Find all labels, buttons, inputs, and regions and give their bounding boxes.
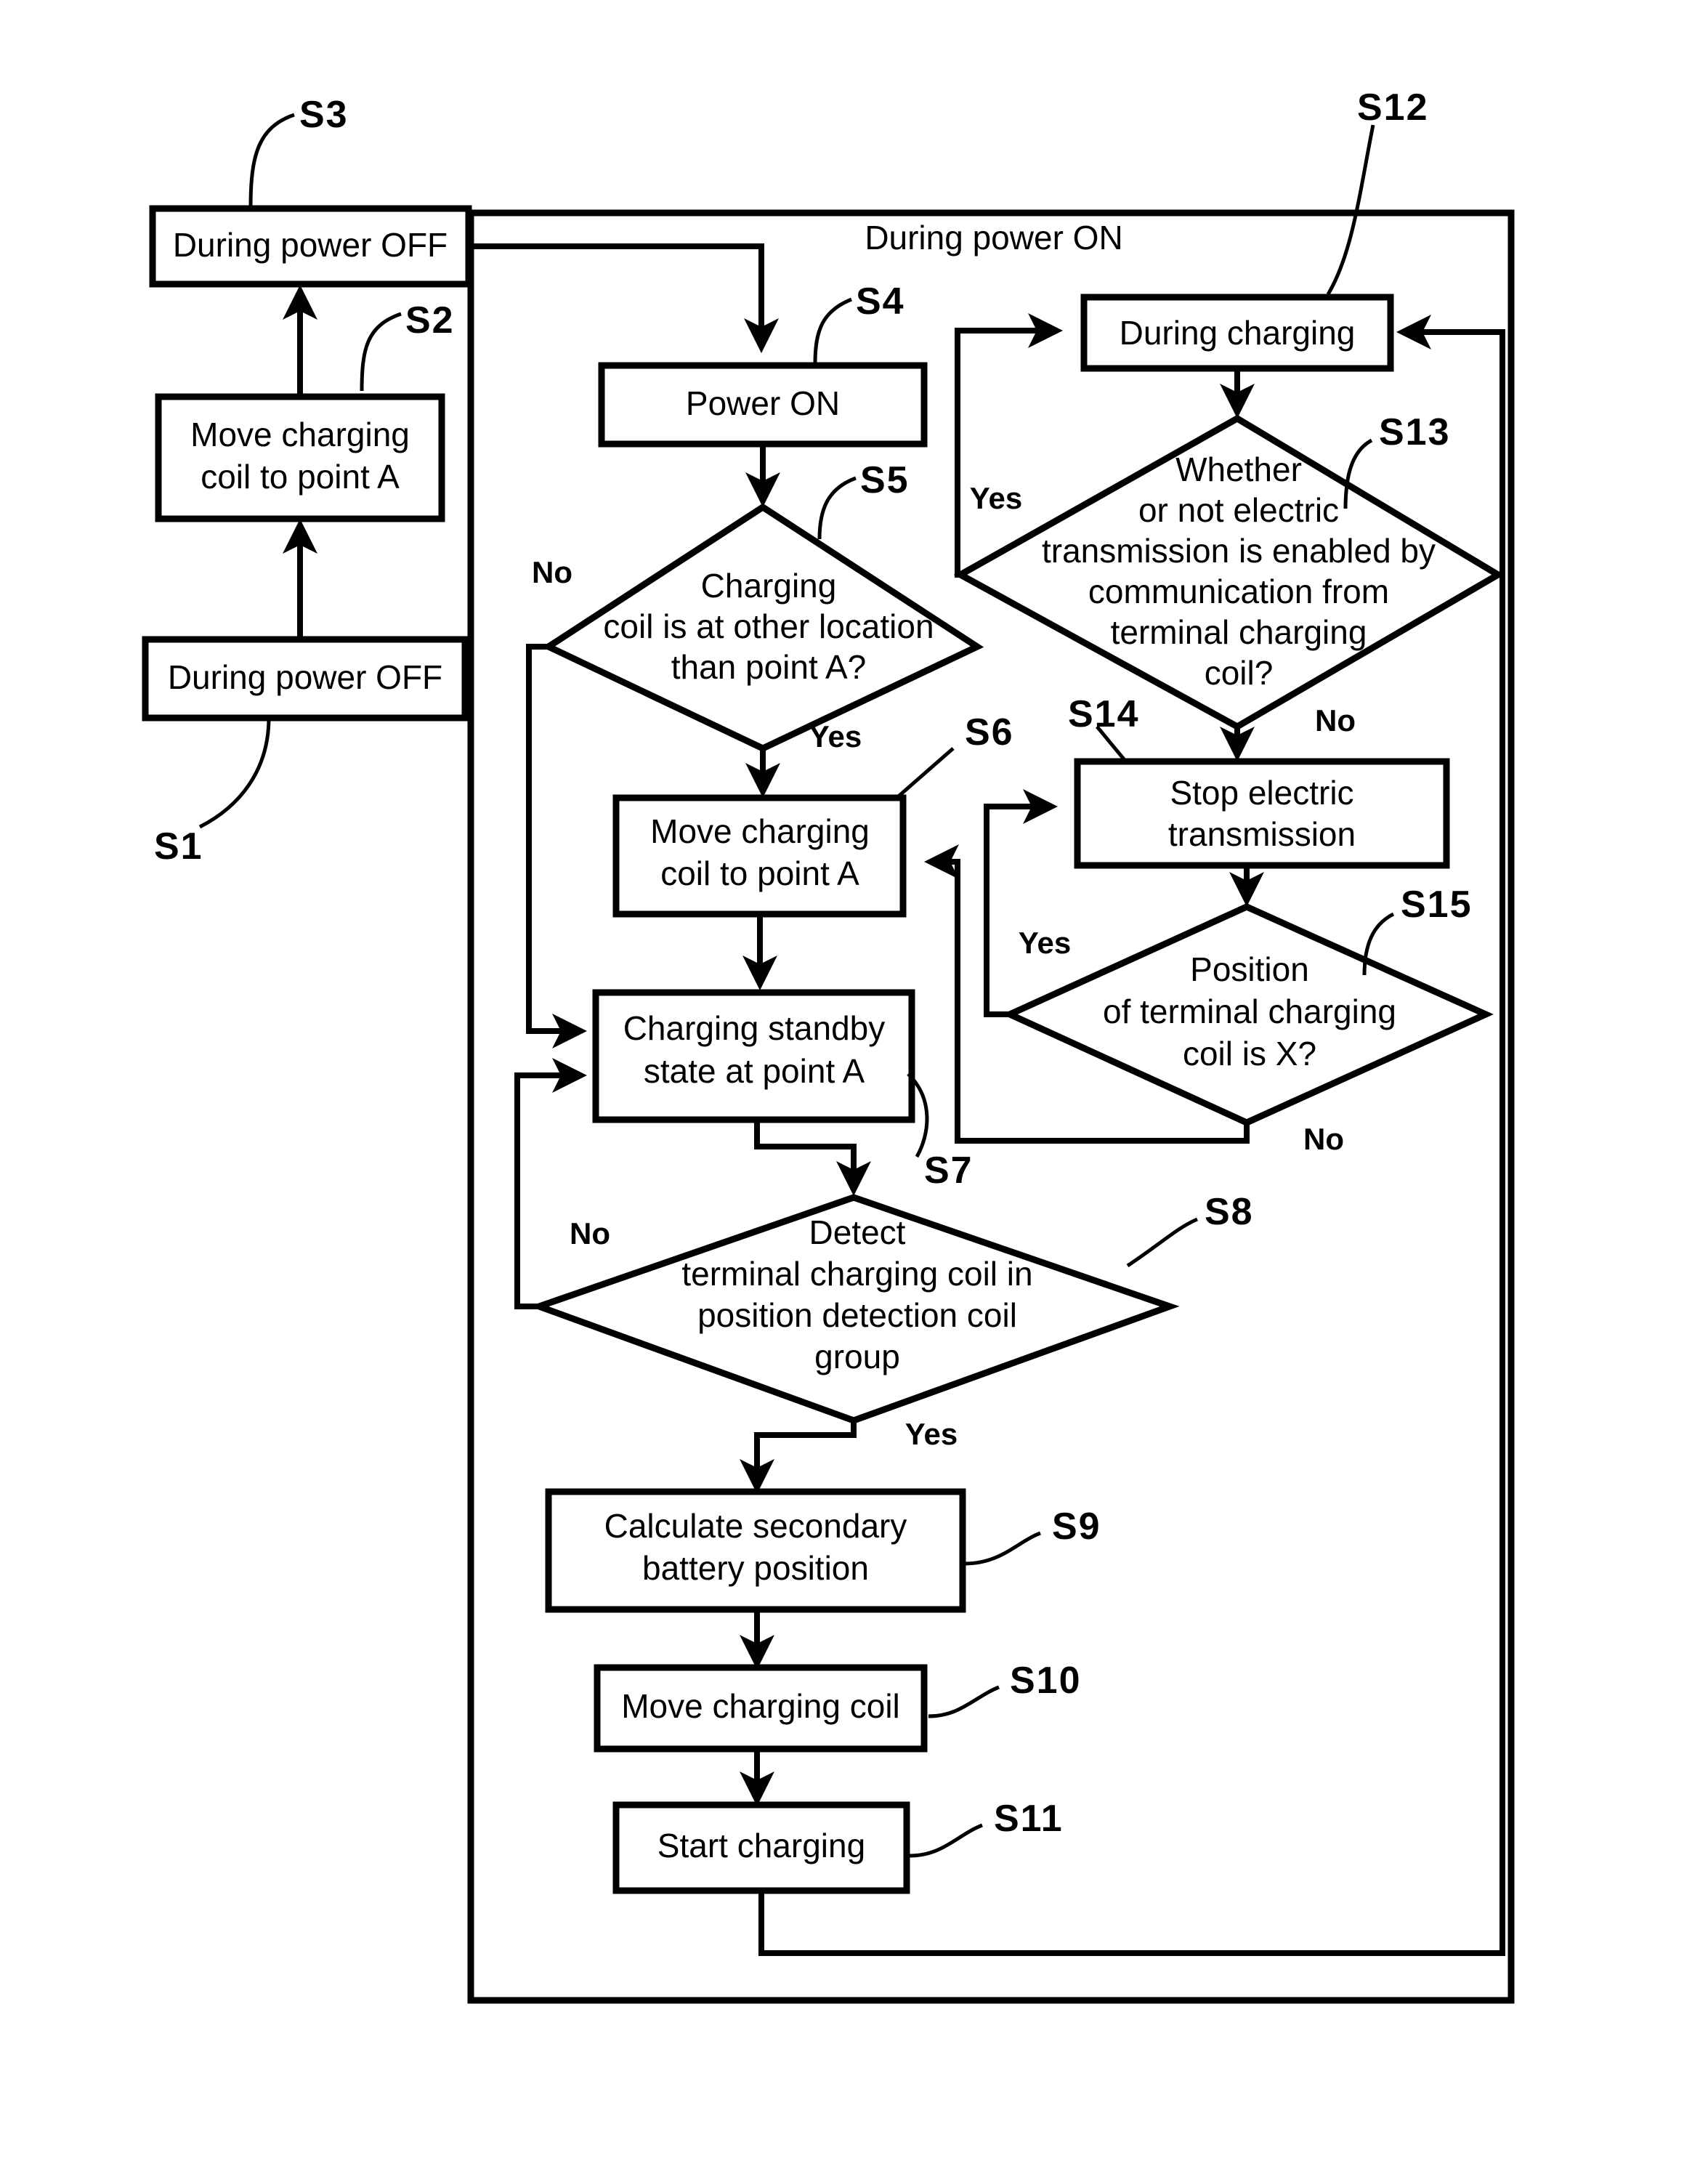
- leader-s1: [198, 717, 271, 829]
- node-s15-label-line2: of terminal charging: [1103, 993, 1396, 1030]
- step-label-s7: S7: [924, 1149, 974, 1192]
- node-s13-label-line5: terminal charging: [1111, 613, 1367, 651]
- leader-s9: [964, 1531, 1041, 1566]
- step-label-s1: S1: [154, 825, 203, 868]
- node-s14-label-line2: transmission: [1168, 815, 1356, 853]
- node-s7-label-line1: Charging standby: [623, 1009, 886, 1047]
- node-s2-label-line2: coil to point A: [201, 458, 400, 496]
- step-label-s14: S14: [1068, 693, 1140, 735]
- branch-label-s13-yes: Yes: [970, 481, 1022, 515]
- branch-label-s15-yes: Yes: [1019, 926, 1071, 960]
- leader-s6: [894, 747, 955, 801]
- node-s8-label-line1: Detect: [809, 1213, 906, 1251]
- during-power-on-label: During power ON: [865, 219, 1122, 256]
- node-s13-label-line2: or not electric: [1138, 491, 1339, 529]
- node-s1-label: During power OFF: [168, 658, 442, 696]
- branch-label-s15-no: No: [1303, 1122, 1344, 1156]
- node-s6-label-line2: coil to point A: [660, 854, 859, 892]
- leader-s5: [817, 476, 857, 540]
- branch-label-s8-no: No: [570, 1216, 610, 1250]
- node-s5-label-line1: Charging: [701, 567, 837, 605]
- step-label-s10: S10: [1010, 1660, 1082, 1702]
- node-s13-label-line3: transmission is enabled by: [1042, 532, 1436, 570]
- leader-s2: [360, 312, 402, 392]
- step-label-s2: S2: [405, 299, 455, 342]
- node-s10-label: Move charging coil: [621, 1687, 900, 1725]
- step-label-s11: S11: [994, 1798, 1064, 1840]
- node-s15-label-line3: coil is X?: [1183, 1035, 1316, 1072]
- node-s13-label-line4: communication from: [1088, 573, 1389, 610]
- edge-s8-yes-to-s9: [740, 1421, 857, 1494]
- step-label-s12: S12: [1357, 86, 1429, 129]
- figure-canvas: During power ON During power OFF Move ch…: [0, 0, 1708, 2166]
- node-s11-label: Start charging: [657, 1827, 865, 1864]
- node-s8-label-line4: group: [814, 1338, 900, 1375]
- node-s8-label-line3: position detection coil: [697, 1296, 1017, 1334]
- node-s5-label-line2: coil is at other location: [603, 607, 934, 645]
- node-s5-label-line3: than point A?: [671, 648, 867, 686]
- step-label-s9: S9: [1052, 1506, 1101, 1548]
- node-s2-label-line1: Move charging: [190, 416, 410, 453]
- node-s8-label-line2: terminal charging coil in: [681, 1255, 1032, 1293]
- node-s6-label-line1: Move charging: [650, 812, 870, 850]
- node-s12-label: During charging: [1120, 314, 1356, 352]
- edge-s7-to-s8: [754, 1120, 871, 1196]
- node-s14-label-line1: Stop electric: [1170, 774, 1353, 812]
- node-s4-label: Power ON: [686, 384, 840, 422]
- node-s13-label-line1: Whether: [1175, 450, 1302, 488]
- node-s3-label: During power OFF: [173, 226, 448, 264]
- edge-s3-to-s4: [469, 243, 779, 353]
- step-label-s4: S4: [856, 280, 905, 323]
- node-s13-label-line6: coil?: [1205, 654, 1274, 692]
- leader-s10: [928, 1685, 1000, 1718]
- step-label-s6: S6: [965, 711, 1014, 753]
- leader-s3: [248, 113, 295, 208]
- flowchart-svg: During power ON During power OFF Move ch…: [142, 86, 1515, 2004]
- branch-label-s5-yes: Yes: [809, 719, 862, 753]
- node-s9-label-line2: battery position: [642, 1549, 869, 1587]
- node-s15-label-line1: Position: [1190, 950, 1309, 988]
- step-label-s8: S8: [1205, 1191, 1254, 1233]
- leader-s8: [1126, 1217, 1198, 1268]
- step-label-s13: S13: [1379, 411, 1451, 453]
- leader-s4: [813, 297, 852, 364]
- step-label-s15: S15: [1401, 884, 1473, 926]
- leader-s11: [909, 1823, 983, 1858]
- edge-s8-no-to-s7: [514, 1058, 587, 1309]
- branch-label-s5-no: No: [532, 555, 572, 589]
- node-s9-label-line1: Calculate secondary: [604, 1507, 907, 1545]
- branch-label-s13-no: No: [1315, 703, 1356, 738]
- branch-label-s8-yes: Yes: [905, 1417, 958, 1451]
- step-label-s5: S5: [860, 459, 910, 501]
- node-s7-label-line2: state at point A: [644, 1052, 865, 1090]
- edge-s15-yes-to-s14: [984, 789, 1058, 1017]
- edge-s5-no-to-s7: [526, 644, 587, 1048]
- step-label-s3: S3: [299, 94, 349, 136]
